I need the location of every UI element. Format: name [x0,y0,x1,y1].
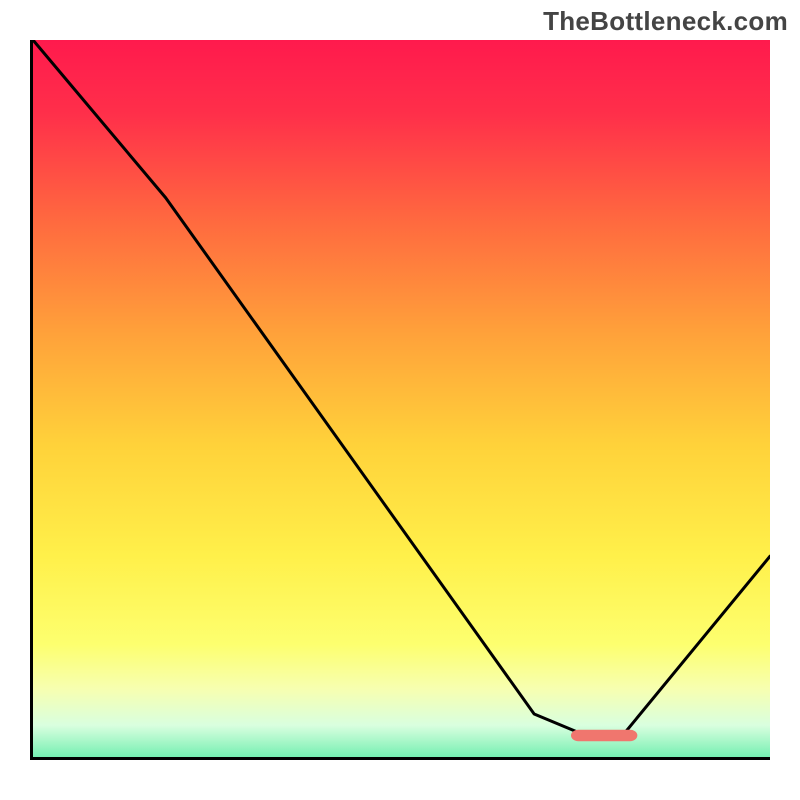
plot-area [30,40,770,760]
chart-container: TheBottleneck.com [0,0,800,800]
watermark-label: TheBottleneck.com [543,6,788,37]
gradient-background [33,40,770,760]
